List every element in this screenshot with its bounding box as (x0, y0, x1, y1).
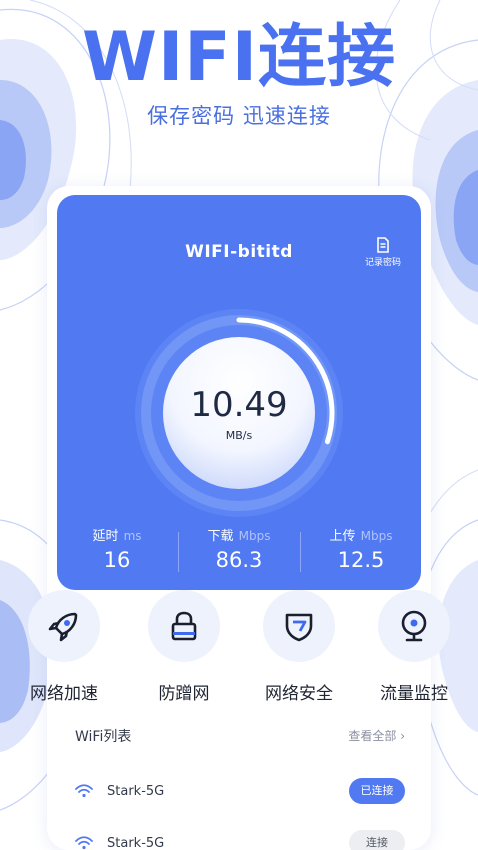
wifi-name: Stark-5G (107, 784, 165, 799)
wifi-icon (75, 784, 93, 798)
tool-icon-circle (28, 590, 100, 662)
download-stat: 下载 Mbps 86.3 (179, 525, 299, 572)
tool-label: 防蹭网 (158, 684, 210, 704)
tool-network-boost[interactable]: 网络加速 (9, 590, 119, 704)
latency-unit: ms (123, 529, 142, 543)
speed-unit: MB/s (225, 429, 253, 442)
record-password-label: 记录密码 (364, 258, 401, 268)
tool-bar: 网络加速 防蹭网 网络安全 流量监控 (0, 590, 478, 710)
connected-button[interactable]: 已连接 (349, 778, 405, 804)
tool-traffic-monitor[interactable]: 流量监控 (359, 590, 469, 704)
latency-stat: 延时 ms 16 (57, 525, 177, 572)
see-all-link[interactable]: 查看全部 › (348, 727, 405, 744)
shield-icon (285, 613, 313, 642)
wifi-list: WiFi列表 查看全部 › Stark-5G 已连接 Stark-5G 连接 (47, 712, 431, 850)
record-password-button[interactable]: 记录密码 (355, 237, 411, 271)
download-label: 下载 (207, 529, 234, 544)
tool-network-security[interactable]: 网络安全 (244, 590, 354, 704)
wifi-name: Stark-5G (107, 836, 165, 850)
tool-anti-leech[interactable]: 防蹭网 (129, 590, 239, 704)
wifi-list-item[interactable]: Stark-5G 已连接 (47, 774, 431, 814)
page-subtitle: 保存密码 迅速连接 (147, 104, 331, 128)
download-value: 86.3 (215, 548, 263, 572)
tool-label: 流量监控 (380, 684, 448, 704)
tool-icon-circle (378, 590, 450, 662)
upload-stat: 上传 Mbps 12.5 (301, 525, 421, 572)
connect-button[interactable]: 连接 (349, 830, 405, 850)
wifi-list-item[interactable]: Stark-5G 连接 (47, 826, 431, 850)
latency-label: 延时 (92, 529, 119, 544)
speed-card: WIFI-bititd 记录密码 10.49 MB/s 延时 ms 16 下载 … (57, 195, 421, 590)
latency-value: 16 (103, 548, 131, 572)
lock-icon (171, 611, 197, 641)
rocket-icon (48, 612, 78, 642)
tool-label: 网络安全 (265, 684, 333, 704)
page-title: WIFI连接 (81, 18, 397, 97)
document-icon (377, 237, 389, 253)
tool-icon-circle (148, 590, 220, 662)
tool-label: 网络加速 (30, 684, 98, 704)
download-unit: Mbps (238, 529, 271, 543)
upload-label: 上传 (329, 529, 356, 544)
wifi-list-title: WiFi列表 (75, 729, 132, 745)
speed-value: 10.49 (190, 385, 288, 425)
wifi-icon (75, 836, 93, 850)
upload-unit: Mbps (360, 529, 393, 543)
tool-icon-circle (263, 590, 335, 662)
upload-value: 12.5 (337, 548, 385, 572)
webcam-icon (401, 610, 427, 642)
